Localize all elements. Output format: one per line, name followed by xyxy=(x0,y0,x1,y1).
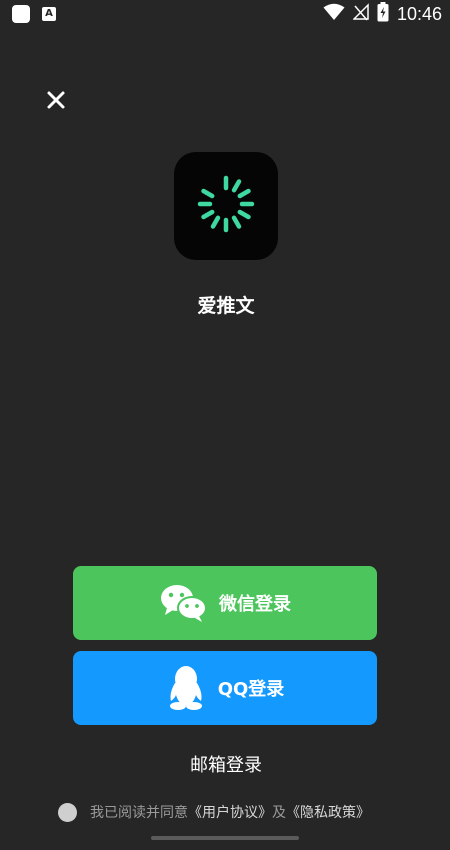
agreement-conjunction: 及 xyxy=(272,805,286,821)
app-a-icon: A xyxy=(42,7,56,21)
wechat-login-button[interactable]: 微信登录 xyxy=(73,566,377,640)
status-bar-right: 10:46 xyxy=(315,2,442,26)
close-icon[interactable] xyxy=(44,88,68,112)
loading-spinner-icon xyxy=(197,175,255,233)
user-agreement-link[interactable]: 《用户协议》 xyxy=(188,802,272,822)
app-logo xyxy=(174,152,278,260)
notification-square-icon xyxy=(12,5,30,23)
battery-charging-icon xyxy=(377,2,389,26)
wechat-login-label: 微信登录 xyxy=(219,594,291,615)
email-login-link[interactable]: 邮箱登录 xyxy=(0,751,450,777)
agreement-radio[interactable] xyxy=(58,802,77,822)
status-bar: A 10:46 xyxy=(0,0,450,28)
close-button[interactable] xyxy=(44,88,68,112)
qq-penguin-icon xyxy=(169,666,202,710)
privacy-policy-link[interactable]: 《隐私政策》 xyxy=(286,802,370,822)
app-name: 爱推文 xyxy=(197,295,255,317)
status-time: 10:46 xyxy=(396,3,442,24)
home-indicator[interactable] xyxy=(151,836,299,840)
no-signal-icon xyxy=(352,3,369,25)
qq-login-button[interactable]: QQ登录 xyxy=(73,651,377,725)
wechat-icon xyxy=(161,585,207,622)
agreement-row: 我已阅读并同意 《用户协议》 及 《隐私政策》 xyxy=(58,801,370,823)
wifi-icon xyxy=(323,3,345,25)
agreement-prefix: 我已阅读并同意 xyxy=(90,805,188,821)
qq-login-label: QQ登录 xyxy=(217,679,285,700)
